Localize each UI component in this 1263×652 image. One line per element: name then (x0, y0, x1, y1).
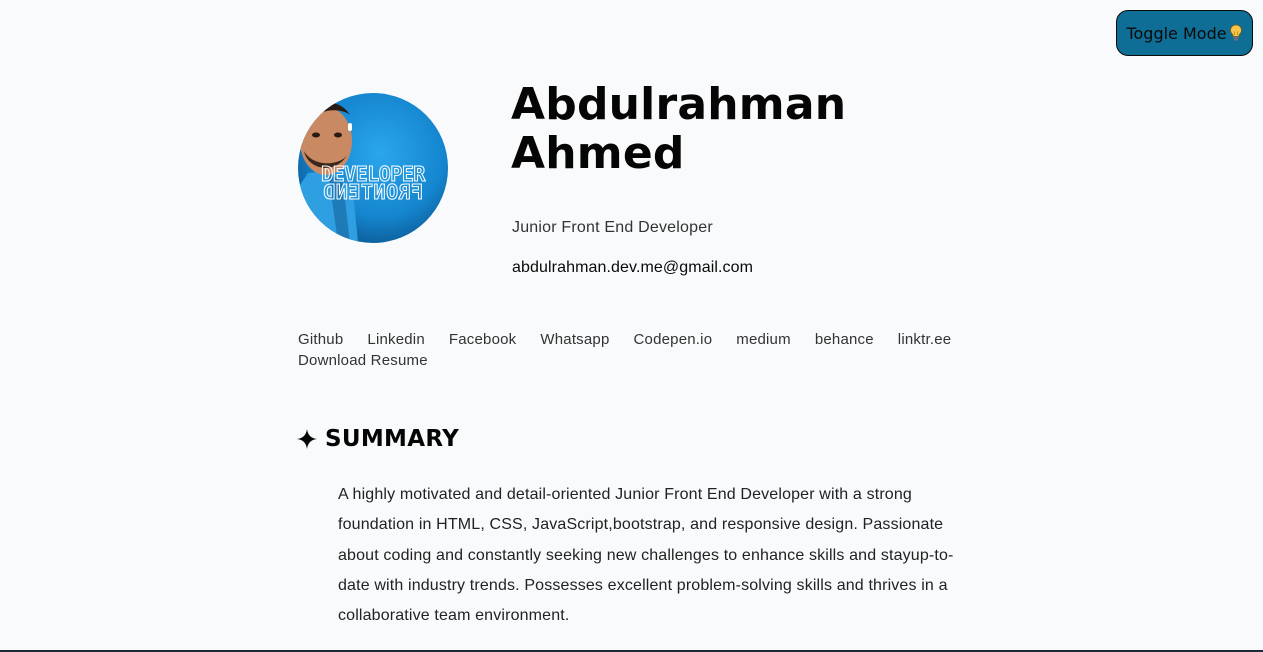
link-behance[interactable]: behance (815, 331, 874, 348)
link-whatsapp[interactable]: Whatsapp (540, 331, 609, 348)
lightbulb-icon (1229, 24, 1243, 42)
email-address: abdulrahman.dev.me@gmail.com (512, 259, 754, 276)
link-linktree[interactable]: linktr.ee (898, 331, 952, 348)
profile-name: Abdulrahman Ahmed (511, 80, 846, 178)
link-facebook[interactable]: Facebook (449, 331, 516, 348)
toggle-mode-label: Toggle Mode (1126, 23, 1227, 43)
summary-title: SUMMARY (325, 426, 460, 452)
social-links: Github Linkedin Facebook Whatsapp Codepen.io… (298, 329, 988, 371)
summary-heading: SUMMARY (297, 426, 459, 452)
profile-avatar: DEVELOPER FRONTEND (298, 93, 448, 243)
sparkle-icon (297, 429, 317, 449)
portfolio-page: Toggle Mode DEVELOPER FRONTEND Abdulrahm… (0, 0, 1263, 652)
link-linkedin[interactable]: Linkedin (367, 331, 424, 348)
link-medium[interactable]: medium (736, 331, 791, 348)
avatar-text-bottom: FRONTEND (323, 180, 423, 204)
link-github[interactable]: Github (298, 331, 343, 348)
download-resume-link[interactable]: Download Resume (298, 350, 988, 371)
summary-text: A highly motivated and detail-oriented J… (338, 486, 954, 625)
last-name: Ahmed (511, 128, 685, 179)
toggle-mode-button[interactable]: Toggle Mode (1116, 10, 1253, 56)
job-title: Junior Front End Developer (512, 219, 713, 236)
first-name: Abdulrahman (511, 79, 847, 130)
link-codepen[interactable]: Codepen.io (634, 331, 713, 348)
